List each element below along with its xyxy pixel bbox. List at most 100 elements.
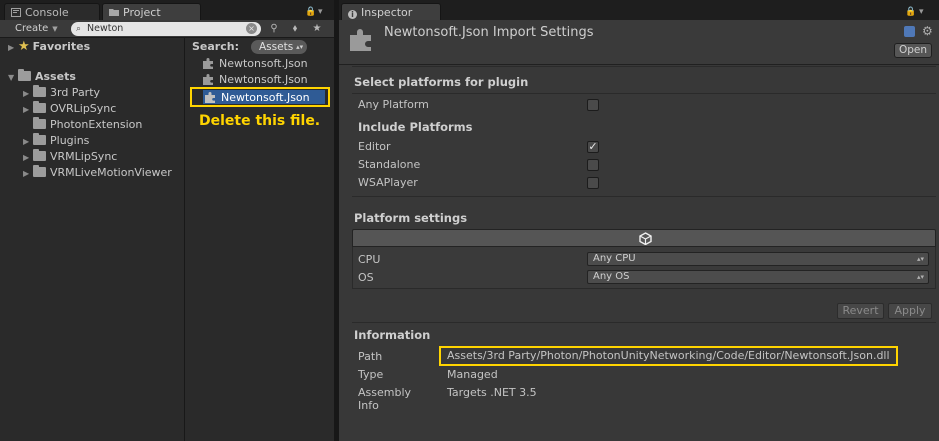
plugin-puzzle-icon (203, 58, 213, 69)
scope-label: Assets (259, 41, 294, 53)
checkmark-icon: ✓ (588, 140, 598, 153)
right-tab-bar: i Inspector 🔒 ▾ (339, 0, 939, 22)
folder-icon (33, 149, 46, 161)
favorite-star-icon[interactable]: ★ (309, 22, 325, 36)
path-label: Path (358, 350, 383, 363)
inspector-panel: i Inspector 🔒 ▾ Newtonsoft.Json Import Se… (339, 0, 939, 441)
folder-icon (33, 101, 46, 113)
platform-editor-checkbox[interactable]: ✓ (587, 141, 599, 153)
tree-folder-vrmlipsync[interactable]: ▶ VRMLipSync (23, 149, 117, 165)
os-dropdown[interactable]: Any OS ▴▾ (587, 270, 929, 284)
search-value: Newton (87, 23, 124, 34)
any-platform-checkbox[interactable] (587, 99, 599, 111)
platform-standalone-label: Standalone (358, 158, 421, 171)
assembly-info-value: Targets .NET 3.5 (447, 386, 537, 399)
tab-console-label: Console (25, 6, 69, 19)
search-label: Search: (192, 40, 239, 53)
result-item[interactable]: Newtonsoft.Json (203, 72, 308, 88)
foldout-arrow-icon[interactable]: ▼ (8, 70, 18, 86)
clear-search-icon[interactable]: × (246, 23, 257, 34)
label-tag-icon[interactable]: ⬧ (287, 22, 303, 36)
platform-standalone-checkbox[interactable] (587, 159, 599, 171)
result-label: Newtonsoft.Json (219, 57, 308, 70)
gear-icon[interactable]: ⚙ (922, 24, 933, 38)
path-value: Assets/3rd Party/Photon/PhotonUnityNetwo… (439, 346, 898, 366)
project-panel: Console Project 🔒 ▾ Create ▼ ⌕ Newton × ⚲… (0, 0, 334, 441)
foldout-arrow-icon[interactable]: ▶ (23, 166, 33, 182)
lock-icon[interactable]: 🔒 (905, 8, 916, 17)
folder-icon (18, 69, 31, 81)
cpu-label: CPU (358, 253, 381, 266)
tree-folder-plugins[interactable]: ▶ Plugins (23, 133, 89, 149)
folder-label: VRMLipSync (50, 150, 118, 163)
search-results: Search: Assets ▴▾ Newtonsoft.Json Newtons… (186, 38, 334, 441)
cpu-value: Any CPU (593, 253, 636, 264)
folder-icon (33, 165, 46, 177)
search-scope-assets-button[interactable]: Assets ▴▾ (251, 40, 308, 54)
left-tab-bar: Console Project 🔒 ▾ (0, 0, 334, 22)
folder-icon (33, 85, 46, 97)
folder-label: 3rd Party (50, 86, 101, 99)
tree-favorites[interactable]: ▶ ★ Favorites (8, 39, 90, 55)
dropdown-arrow-icon: ▼ (52, 25, 58, 33)
tab-project-label: Project (123, 6, 161, 19)
platform-tab-default[interactable] (352, 229, 936, 247)
divider (352, 93, 936, 94)
updown-arrow-icon: ▴▾ (916, 255, 924, 263)
console-icon (11, 8, 21, 17)
folder-icon (109, 9, 119, 16)
menu-icon[interactable]: ▾ (318, 8, 327, 17)
apply-button[interactable]: Apply (888, 303, 932, 319)
tree-folder-3rd-party[interactable]: ▶ 3rd Party (23, 85, 100, 101)
menu-icon[interactable]: ▾ (919, 8, 928, 17)
folder-icon (33, 133, 46, 145)
revert-button[interactable]: Revert (837, 303, 884, 319)
assembly-info-label-line2: Info (358, 399, 379, 412)
foldout-arrow-icon[interactable]: ▶ (23, 86, 33, 102)
result-item-selected[interactable]: Newtonsoft.Json (190, 87, 330, 107)
platform-settings-title: Platform settings (354, 211, 468, 225)
plugin-puzzle-icon (203, 74, 213, 85)
search-icon: ⌕ (76, 24, 82, 34)
tree-folder-ovrlipsync[interactable]: ▶ OVRLipSync (23, 101, 116, 117)
platform-wsaplayer-checkbox[interactable] (587, 177, 599, 189)
result-item[interactable]: Newtonsoft.Json (203, 56, 308, 72)
tab-inspector-label: Inspector (361, 6, 413, 19)
search-input[interactable]: ⌕ Newton × (71, 22, 261, 36)
divider (352, 196, 936, 197)
lock-icon[interactable]: 🔒 (305, 8, 316, 17)
tree-folder-photonextension[interactable]: PhotonExtension (23, 117, 142, 133)
info-icon: i (348, 10, 357, 19)
folder-label: PhotonExtension (50, 118, 143, 131)
foldout-arrow-icon[interactable]: ▶ (8, 40, 18, 56)
folder-tree: ▶ ★ Favorites ▼ Assets ▶ 3rd Party ▶ OVRLipSy… (0, 38, 185, 441)
tree-assets[interactable]: ▼ Assets (8, 69, 76, 85)
foldout-arrow-icon[interactable]: ▶ (23, 134, 33, 150)
folder-icon (33, 117, 46, 129)
os-label: OS (358, 271, 374, 284)
star-icon: ★ (18, 39, 30, 54)
information-title: Information (354, 328, 431, 342)
result-label: Newtonsoft.Json (221, 91, 310, 104)
type-label: Type (358, 368, 384, 381)
platform-editor-label: Editor (358, 140, 391, 153)
divider (352, 66, 936, 67)
platform-settings-box: CPU Any CPU ▴▾ OS Any OS ▴▾ (352, 247, 936, 289)
open-button[interactable]: Open (894, 43, 932, 58)
project-toolbar: Create ▼ ⌕ Newton × ⚲ ⬧ ★ (0, 20, 334, 38)
foldout-arrow-icon[interactable]: ▶ (23, 102, 33, 118)
help-book-icon[interactable] (904, 26, 915, 37)
foldout-arrow-icon[interactable]: ▶ (23, 150, 33, 166)
select-platforms-title: Select platforms for plugin (354, 75, 529, 89)
type-value: Managed (447, 368, 498, 381)
cpu-dropdown[interactable]: Any CPU ▴▾ (587, 252, 929, 266)
updown-arrow-icon: ▴▾ (916, 273, 924, 281)
result-label: Newtonsoft.Json (219, 73, 308, 86)
tree-folder-vrmlivemotionviewer[interactable]: ▶ VRMLiveMotionViewer (23, 165, 172, 181)
divider (352, 322, 936, 323)
include-platforms-title: Include Platforms (358, 120, 473, 134)
assembly-info-label-line1: Assembly (358, 386, 412, 399)
create-button[interactable]: Create ▼ (9, 22, 64, 36)
annotation-callout: Delete this file. (199, 113, 321, 129)
search-by-type-icon[interactable]: ⚲ (266, 22, 282, 36)
